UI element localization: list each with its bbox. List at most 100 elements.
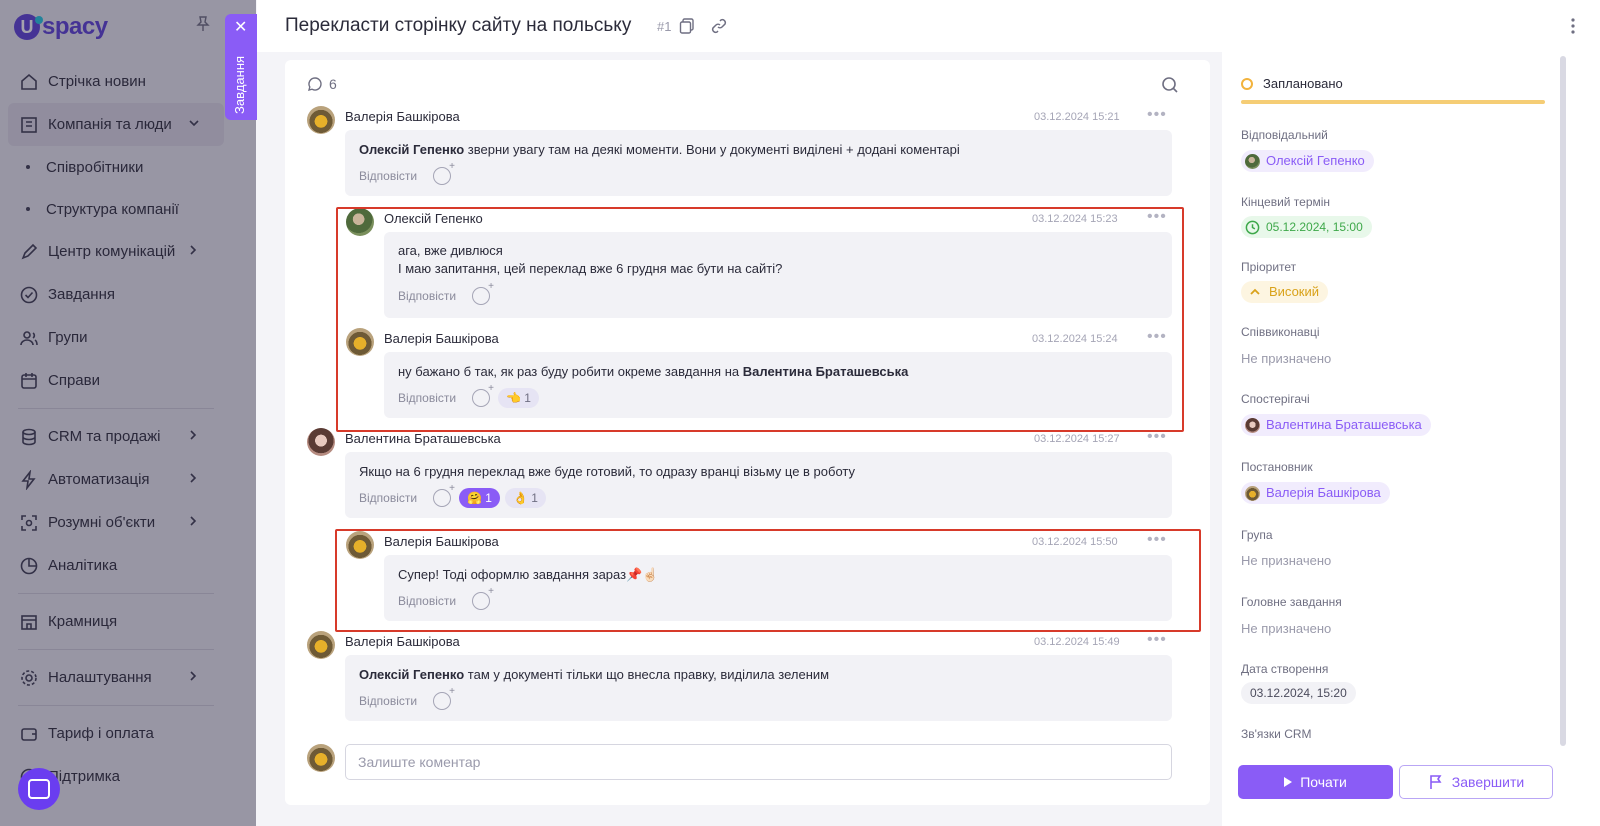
status-row[interactable]: Заплановано [1241, 76, 1343, 91]
responsible-label: Відповідальний [1241, 128, 1328, 142]
chevron-right-icon [188, 429, 198, 443]
finish-button[interactable]: Завершити [1399, 765, 1553, 799]
parent-task-value[interactable]: Не призначено [1241, 621, 1331, 636]
more-horizontal-icon[interactable]: ••• [1147, 429, 1167, 445]
add-reaction-icon[interactable] [472, 383, 494, 407]
bullet-icon [26, 207, 30, 211]
observer-chip[interactable]: Валентина Браташевська [1241, 414, 1431, 436]
mention[interactable]: Олексій Гепенко [359, 142, 464, 157]
sidebar-item-billing[interactable]: Тариф і оплата [0, 712, 232, 755]
priority-chip[interactable]: Високий [1241, 281, 1329, 303]
search-icon[interactable] [1161, 76, 1179, 94]
sidebar-item-label: Завдання [48, 286, 115, 303]
building-icon [18, 114, 40, 136]
comment-text-content: ну бажано б так, як раз буду робити окре… [398, 364, 743, 379]
comment-body: Супер! Тоді оформлю завдання зараз📌☝🏻 Ві… [384, 555, 1172, 621]
sidebar-item-employees[interactable]: Співробітники [0, 146, 232, 188]
group-label: Група [1241, 528, 1273, 542]
sidebar-item-automation[interactable]: Автоматизація [0, 458, 232, 501]
lightning-icon [18, 469, 40, 491]
deadline-chip[interactable]: 05.12.2024, 15:00 [1241, 216, 1372, 238]
group-value[interactable]: Не призначено [1241, 553, 1331, 568]
more-horizontal-icon[interactable]: ••• [1147, 209, 1167, 225]
copy-icon[interactable] [679, 18, 695, 34]
comment-author[interactable]: Олексій Гепенко [384, 211, 483, 226]
creator-chip[interactable]: Валерія Башкірова [1241, 482, 1390, 504]
comment-author[interactable]: Валерія Башкірова [345, 109, 460, 124]
logo-mark: U [14, 14, 43, 40]
task-title[interactable]: Перекласти сторінку сайту на польську [285, 15, 631, 37]
comment-body: ну бажано б так, як раз буду робити окре… [384, 352, 1172, 418]
sidebar-item-smart-objects[interactable]: Розумні об'єкти [0, 501, 232, 544]
reply-button[interactable]: Відповісти [359, 169, 417, 183]
check-circle-icon [18, 284, 40, 306]
comment-text: Якщо на 6 грудня переклад вже буде готов… [359, 464, 856, 479]
add-reaction-icon[interactable] [472, 281, 494, 305]
reaction-chip[interactable]: 👌 1 [505, 488, 546, 508]
avatar[interactable] [307, 631, 335, 659]
comment-body: Олексій Гепенко зверни увагу там на деяк… [345, 130, 1172, 196]
sidebar-item-label: Налаштування [48, 669, 152, 686]
avatar[interactable] [307, 428, 335, 456]
comment-text: ну бажано б так, як раз буду робити окре… [398, 363, 908, 381]
reaction-chip[interactable]: 🤗 1 [459, 488, 500, 508]
pin-icon[interactable] [196, 16, 210, 32]
add-reaction-icon[interactable] [472, 586, 494, 610]
reply-button[interactable]: Відповісти [398, 289, 456, 303]
sidebar-item-tasks[interactable]: Завдання [0, 273, 232, 316]
add-reaction-icon[interactable] [433, 686, 455, 710]
creator-name: Валерія Башкірова [1266, 485, 1381, 500]
reply-button[interactable]: Відповісти [359, 491, 417, 505]
comment-text: Олексій Гепенко там у документі тільки щ… [359, 666, 829, 684]
avatar[interactable] [346, 531, 374, 559]
add-reaction-icon[interactable] [433, 483, 455, 507]
scan-icon [18, 512, 40, 534]
chat-widget-button[interactable] [18, 768, 60, 810]
sidebar-item-activities[interactable]: Справи [0, 359, 232, 402]
responsible-chip[interactable]: Олексій Гепенко [1241, 150, 1374, 172]
sidebar-item-communications[interactable]: Центр комунікацій [0, 230, 232, 273]
avatar[interactable] [346, 208, 374, 236]
sidebar-item-structure[interactable]: Структура компанії [0, 188, 232, 230]
mention[interactable]: Олексій Гепенко [359, 667, 464, 682]
sidebar-item-store[interactable]: Крамниця [0, 600, 232, 643]
more-horizontal-icon[interactable]: ••• [1147, 329, 1167, 345]
avatar[interactable] [307, 106, 335, 134]
sidebar-item-news[interactable]: Стрічка новин [0, 60, 232, 103]
reply-button[interactable]: Відповісти [359, 694, 417, 708]
comment-author[interactable]: Валерія Башкірова [384, 534, 499, 549]
sidebar-item-company[interactable]: Компанія та люди [8, 103, 224, 146]
logo[interactable]: U spacy [14, 12, 108, 42]
more-horizontal-icon[interactable]: ••• [1147, 532, 1167, 548]
coexecutors-value[interactable]: Не призначено [1241, 351, 1331, 366]
close-icon[interactable]: ✕ [234, 20, 247, 36]
comment-input[interactable] [345, 744, 1172, 780]
reaction-chip[interactable]: 👈 1 [498, 388, 539, 408]
mention[interactable]: Валентина Браташевська [743, 364, 909, 379]
comments-count-value: 6 [329, 76, 337, 92]
sidebar-item-analytics[interactable]: Аналітика [0, 544, 232, 587]
avatar[interactable] [346, 328, 374, 356]
details-scrollbar[interactable] [1560, 56, 1566, 746]
comment-input-field[interactable] [346, 745, 1171, 779]
sidebar-item-groups[interactable]: Групи [0, 316, 232, 359]
add-reaction-icon[interactable] [433, 161, 455, 185]
reply-button[interactable]: Відповісти [398, 594, 456, 608]
sidebar-item-settings[interactable]: Налаштування [0, 656, 232, 699]
coexecutors-label: Співвиконавці [1241, 325, 1320, 339]
more-horizontal-icon[interactable]: ••• [1147, 107, 1167, 123]
task-panel-tab[interactable]: ✕ Завдання [225, 14, 257, 120]
task-number: #1 [657, 19, 672, 34]
comment-author[interactable]: Валерія Башкірова [384, 331, 499, 346]
start-button[interactable]: Почати [1238, 765, 1393, 799]
created-value: 03.12.2024, 15:20 [1241, 682, 1356, 704]
sidebar-item-crm[interactable]: CRM та продажі [0, 415, 232, 458]
more-horizontal-icon[interactable]: ••• [1147, 632, 1167, 648]
comment-author[interactable]: Валентина Браташевська [345, 431, 501, 446]
users-icon [18, 327, 40, 349]
more-vertical-icon[interactable] [1570, 16, 1576, 36]
comment-author[interactable]: Валерія Башкірова [345, 634, 460, 649]
link-icon[interactable] [711, 18, 727, 34]
comment-icon [308, 77, 322, 91]
reply-button[interactable]: Відповісти [398, 391, 456, 405]
